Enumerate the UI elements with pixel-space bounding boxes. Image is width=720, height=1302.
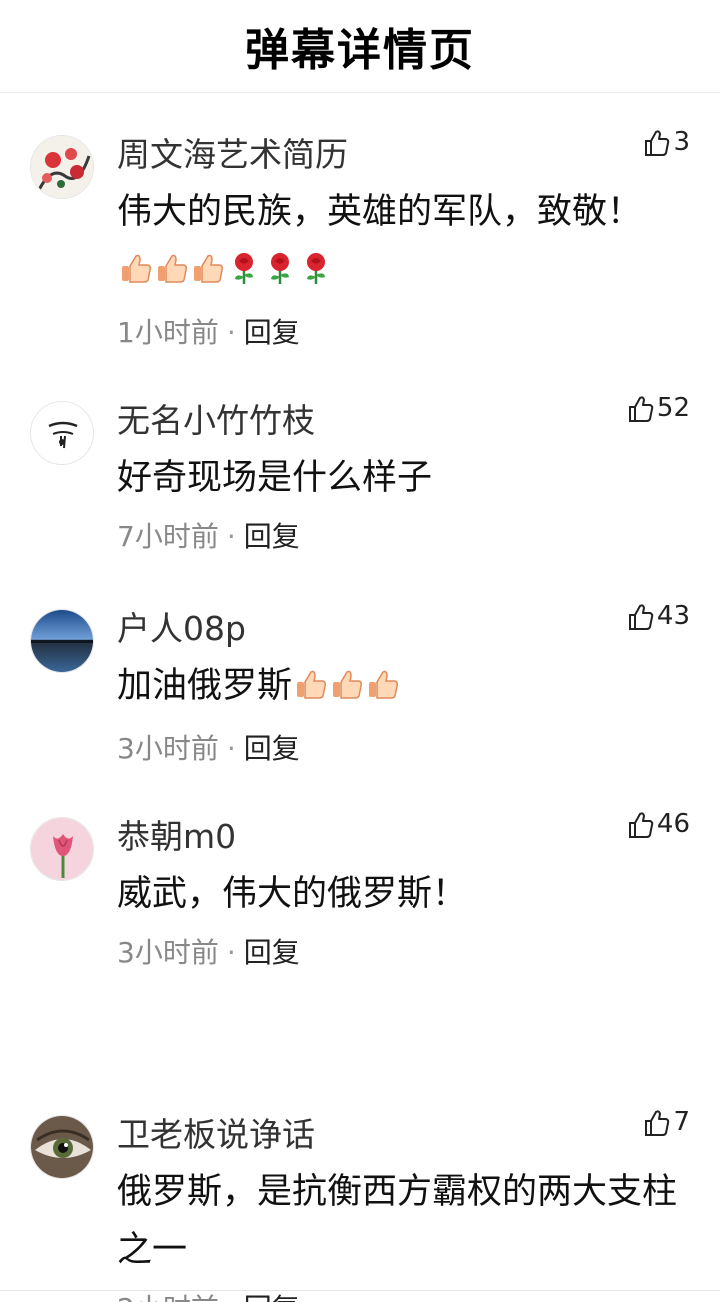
comment-username[interactable]: 周文海艺术简历 <box>117 135 690 175</box>
thumbs-up-icon <box>294 661 328 719</box>
comment-text-content: 威武，伟大的俄罗斯！ <box>117 874 468 914</box>
comment-item: 恭朝m0 威武，伟大的俄罗斯！ 3小时前 · 回复 46 <box>0 811 720 971</box>
comment-text: 伟大的民族，英雄的军队，致敬！ <box>117 183 690 303</box>
comment-text: 俄罗斯，是抗衡西方霸权的两大支柱之一 <box>117 1163 690 1279</box>
comment-time: 3小时前 <box>117 732 219 765</box>
reply-button[interactable]: 回复 <box>244 1291 300 1302</box>
thumbs-up-outline-icon <box>628 811 654 843</box>
thumbs-up-outline-icon <box>628 603 654 635</box>
reply-button[interactable]: 回复 <box>244 935 300 971</box>
comment-username[interactable]: 卫老板说诤话 <box>117 1115 690 1155</box>
comment-username[interactable]: 户人08p <box>117 609 690 649</box>
page-header: 弹幕详情页 <box>0 0 720 93</box>
avatar[interactable] <box>30 135 94 199</box>
comment-item: 无名小竹竹枝 好奇现场是什么样子 7小时前 · 回复 52 <box>0 395 720 555</box>
avatar[interactable] <box>30 609 94 673</box>
comment-text: 加油俄罗斯 <box>117 657 690 719</box>
eye-closeup-avatar-image <box>31 1116 93 1178</box>
comment-item: 周文海艺术简历 伟大的民族，英雄的军队，致敬！ 1小时前 · 回复 3 <box>0 129 720 351</box>
avatar[interactable] <box>30 1115 94 1179</box>
meta-separator: · <box>226 732 236 765</box>
like-count: 52 <box>656 393 690 423</box>
page-title: 弹幕详情页 <box>245 25 475 76</box>
like-button[interactable]: 3 <box>644 129 690 161</box>
like-button[interactable]: 52 <box>628 395 690 427</box>
comment-text-content: 好奇现场是什么样子 <box>117 458 433 498</box>
comment-text-content: 加油俄罗斯 <box>117 666 293 706</box>
comment-username[interactable]: 恭朝m0 <box>117 817 690 857</box>
lake-landscape-avatar-image <box>31 610 93 672</box>
thumbs-up-icon <box>330 661 364 719</box>
comment-time: 1小时前 <box>117 316 219 349</box>
meta-separator: · <box>226 936 236 969</box>
thumbs-up-outline-icon <box>628 395 654 427</box>
like-button[interactable]: 43 <box>628 603 690 635</box>
reply-button[interactable]: 回复 <box>244 519 300 555</box>
comment-meta: 1小时前 · 回复 <box>117 315 690 351</box>
meta-separator: · <box>226 520 236 553</box>
like-count: 3 <box>673 127 690 157</box>
comment-text-content: 伟大的民族，英雄的军队，致敬！ <box>117 192 643 232</box>
like-button[interactable]: 7 <box>644 1109 690 1141</box>
thumbs-up-icon <box>119 245 153 303</box>
comment-item: 户人08p 加油俄罗斯 3小时前 · 回复 43 <box>0 603 720 767</box>
thumbs-up-icon <box>191 245 225 303</box>
reply-button[interactable]: 回复 <box>244 315 300 351</box>
like-count: 43 <box>656 601 690 631</box>
meta-separator: · <box>227 1291 236 1302</box>
comment-meta: 3小时前 · 回复 <box>117 731 690 767</box>
comment-time: 3小时前 <box>117 936 219 969</box>
comment-item: 卫老板说诤话 俄罗斯，是抗衡西方霸权的两大支柱之一 2小时前 · 回复 7 <box>0 1025 720 1302</box>
like-count: 46 <box>656 809 690 839</box>
comment-time: 2小时前 <box>117 1291 219 1302</box>
bottom-divider <box>0 1290 720 1291</box>
avatar[interactable] <box>30 817 94 881</box>
comment-meta: 7小时前 · 回复 <box>117 519 690 555</box>
rose-icon <box>227 245 261 303</box>
avatar[interactable] <box>30 401 94 465</box>
reply-button[interactable]: 回复 <box>244 731 300 767</box>
comment-text-content: 俄罗斯，是抗衡西方霸权的两大支柱之一 <box>117 1172 678 1270</box>
thumbs-up-icon <box>366 661 400 719</box>
like-button[interactable]: 46 <box>628 811 690 843</box>
comment-text: 威武，伟大的俄罗斯！ <box>117 865 690 923</box>
comment-meta: 2小时前 · 回复 <box>117 1291 690 1302</box>
comment-time: 7小时前 <box>117 520 219 553</box>
rose-icon <box>299 245 333 303</box>
thumbs-up-outline-icon <box>644 129 670 161</box>
tulip-avatar-image <box>31 818 93 880</box>
meta-separator: · <box>226 316 236 349</box>
thumbs-up-icon <box>155 245 189 303</box>
like-count: 7 <box>673 1107 690 1137</box>
thumbs-up-outline-icon <box>644 1109 670 1141</box>
rose-icon <box>263 245 297 303</box>
comment-text: 好奇现场是什么样子 <box>117 449 690 507</box>
sketch-face-avatar-image <box>31 402 93 464</box>
comment-meta: 3小时前 · 回复 <box>117 935 690 971</box>
flower-painting-avatar-image <box>31 136 93 198</box>
comment-username[interactable]: 无名小竹竹枝 <box>117 401 690 441</box>
